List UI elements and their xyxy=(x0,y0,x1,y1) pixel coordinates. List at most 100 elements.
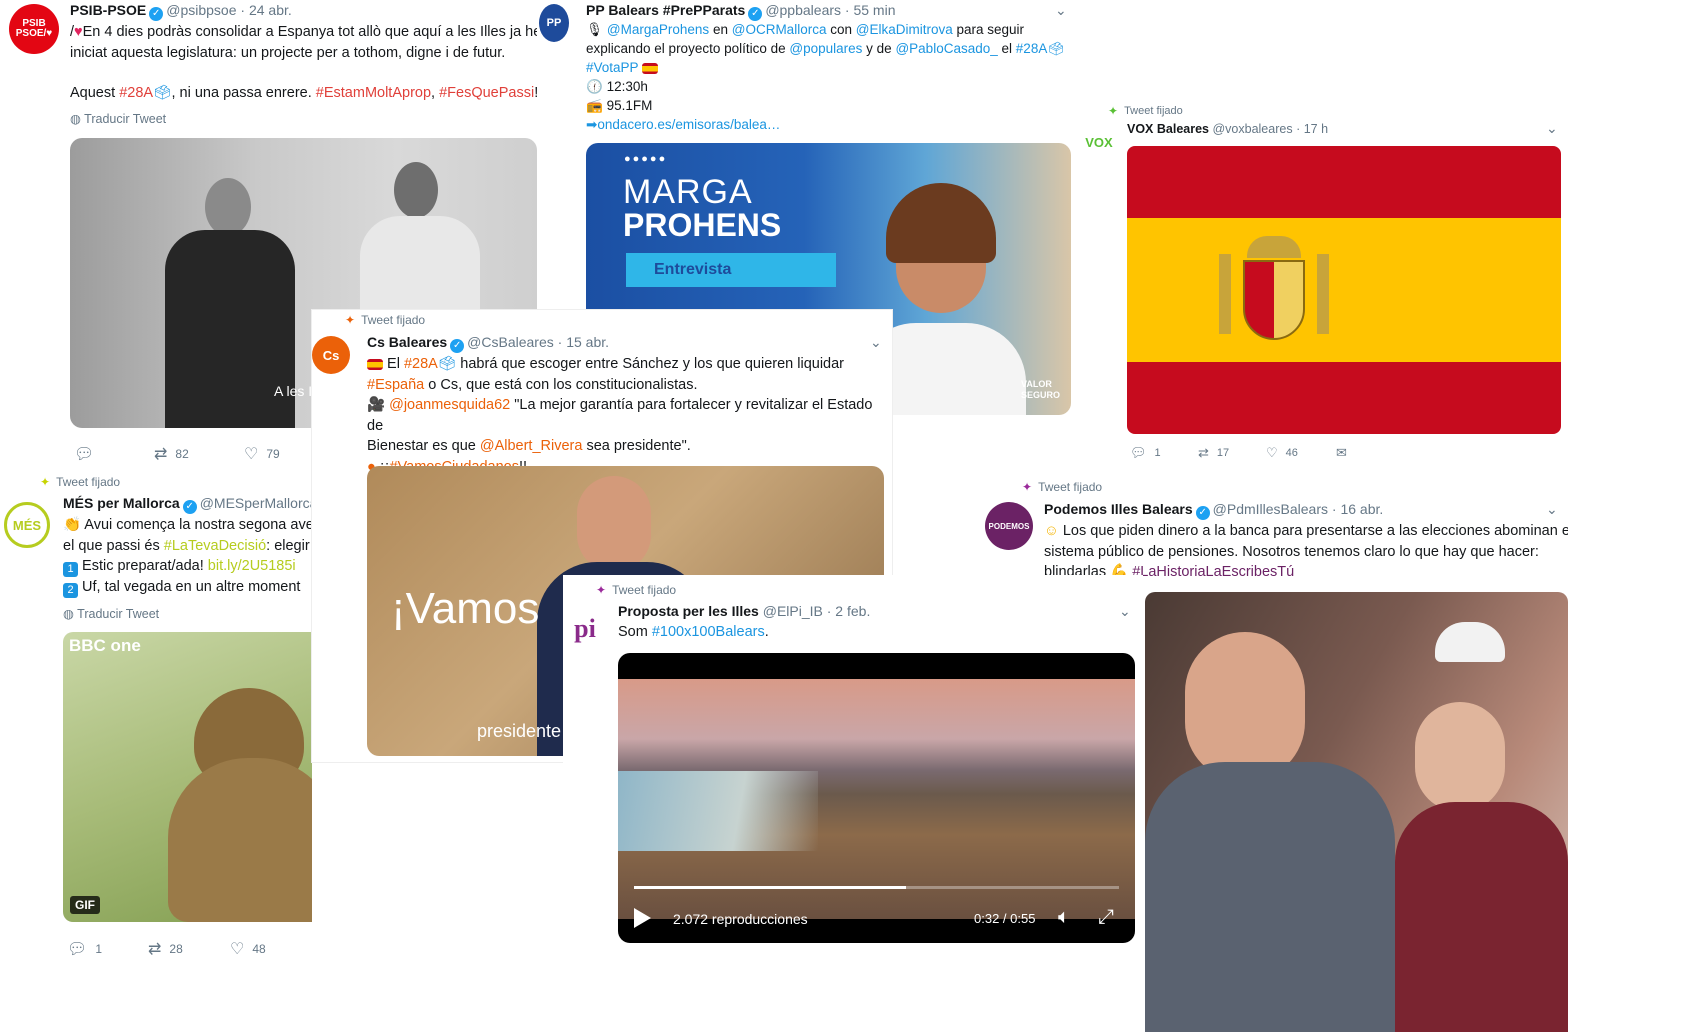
mention-link[interactable]: @MargaProhens xyxy=(607,22,709,37)
display-name[interactable]: Podemos Illes Balears xyxy=(1044,501,1193,517)
url-link[interactable]: ondacero.es/emisoras/balea… xyxy=(597,117,780,132)
like-button[interactable]: ♡ 48 xyxy=(230,939,312,959)
video-progress-fill xyxy=(634,886,906,889)
avatar[interactable]: PP xyxy=(539,4,569,42)
fullscreen-icon[interactable]: ⤢ xyxy=(1098,906,1114,929)
hashtag-link[interactable]: #LaTevaDecisió xyxy=(164,538,266,554)
avatar[interactable]: pi xyxy=(565,605,605,653)
clap-emoji-icon: 👏 xyxy=(63,517,82,533)
display-name[interactable]: Proposta per les Illes xyxy=(618,603,759,619)
handle[interactable]: @ppbalears xyxy=(765,2,841,18)
timestamp[interactable]: · 16 abr. xyxy=(1332,501,1383,517)
chevron-down-icon[interactable]: ⌄ xyxy=(1119,603,1131,620)
tweet-gif[interactable]: BBC one GIF xyxy=(63,632,312,922)
heart-icon: ♡ xyxy=(230,941,245,958)
play-icon[interactable] xyxy=(634,908,651,928)
timestamp[interactable]: · 15 abr. xyxy=(558,334,609,350)
chevron-down-icon[interactable]: ⌄ xyxy=(870,334,882,351)
radio-icon: 📻 xyxy=(586,98,603,113)
tweet-text: /♥En 4 dies podràs consolidar a Espanya … xyxy=(70,24,542,101)
avatar[interactable]: VOX xyxy=(1082,128,1116,156)
tweet-image[interactable] xyxy=(1127,146,1561,434)
volume-icon[interactable]: 🔈︎ xyxy=(1058,906,1070,929)
translate-link[interactable]: ◍ Traducir Tweet xyxy=(63,606,159,621)
reply-button[interactable]: 💬︎ 1 xyxy=(67,939,148,959)
hashtag-link[interactable]: #EstamMoltAprop xyxy=(316,85,431,101)
hashtag-link[interactable]: #España xyxy=(367,377,424,393)
tweet-mes: ✦ Tweet fijado MÉS MÉS per Mallorca ✓ @MESp… xyxy=(0,470,312,1032)
pin-icon: ✦ xyxy=(596,583,607,597)
hashtag-link[interactable]: #LaHistoriaLaEscribesTú xyxy=(1132,564,1294,580)
handle[interactable]: @MESperMallorca xyxy=(200,495,312,511)
keycap-2-icon: 2 xyxy=(63,583,78,598)
video-caption: A les I xyxy=(274,383,313,399)
tweet-text: Som #100x100Balears. xyxy=(618,624,769,640)
hashtag-link[interactable]: #28A xyxy=(1016,41,1048,56)
retweet-button[interactable]: ⇄ 28 xyxy=(148,939,230,959)
hashtag-link[interactable]: #100x100Balears xyxy=(652,624,765,640)
timestamp[interactable]: · 55 min xyxy=(845,2,896,18)
hashtag-link[interactable]: #28A xyxy=(404,356,438,372)
retweet-button[interactable]: ⇄ 82 xyxy=(154,444,244,464)
retweet-button[interactable]: ⇄ 17 xyxy=(1198,445,1266,461)
display-name[interactable]: VOX Baleares xyxy=(1127,122,1209,136)
handle[interactable]: @CsBaleares xyxy=(467,334,554,350)
tweet-header: PSIB-PSOE ✓ @psibpsoe · 24 abr. xyxy=(70,2,292,21)
mention-link[interactable]: @joanmesquida62 xyxy=(389,397,510,413)
hashtag-link[interactable]: #28A xyxy=(119,85,153,101)
pinned-label: ✦ Tweet fijado xyxy=(40,475,121,489)
reply-button[interactable]: 💬︎ 1 xyxy=(1130,445,1198,461)
spain-flag-icon xyxy=(367,359,383,370)
relieved-emoji-icon: ☺ xyxy=(1044,523,1059,539)
chevron-down-icon[interactable]: ⌄ xyxy=(1055,2,1067,19)
translate-link[interactable]: ◍ Traducir Tweet xyxy=(70,111,166,126)
mention-link[interactable]: @populares xyxy=(789,41,862,56)
verified-icon: ✓ xyxy=(748,7,763,21)
ballot-emoji-icon: 🗳 xyxy=(1047,41,1065,56)
tweet-vox: ✦ Tweet fijado VOX VOX Baleares @voxbalea… xyxy=(1082,100,1568,470)
mention-link[interactable]: @ElkaDimitrova xyxy=(856,22,953,37)
message-button[interactable]: ✉ xyxy=(1336,445,1347,461)
handle[interactable]: @psibpsoe xyxy=(166,2,236,18)
media-title: PROHENS xyxy=(623,207,782,243)
handle[interactable]: @ElPi_IB xyxy=(763,603,823,619)
reply-icon: 💬︎ xyxy=(1130,445,1147,460)
display-name[interactable]: MÉS per Mallorca xyxy=(63,495,180,511)
tweet-text: 🎙 @MargaProhens en @OCRMallorca con @Elk… xyxy=(586,22,1065,132)
pinned-label: ✦ Tweet fijado xyxy=(345,313,426,327)
timestamp[interactable]: · 17 h xyxy=(1296,122,1328,136)
mention-link[interactable]: @OCRMallorca xyxy=(732,22,827,37)
display-name[interactable]: PP Balears #PrePParats xyxy=(586,2,745,18)
display-name[interactable]: PSIB-PSOE xyxy=(70,2,146,18)
mention-link[interactable]: @PabloCasado_ xyxy=(895,41,997,56)
handle[interactable]: @PdmIllesBalears xyxy=(1213,501,1328,517)
arrow-phone-icon: ➡ xyxy=(586,117,598,132)
display-name[interactable]: Cs Baleares xyxy=(367,334,447,350)
chevron-down-icon[interactable]: ⌄ xyxy=(1546,501,1558,518)
avatar[interactable]: MÉS xyxy=(4,502,50,548)
chevron-down-icon[interactable]: ⌄ xyxy=(1546,120,1558,137)
heart-icon: ♡ xyxy=(244,446,259,463)
hashtag-link[interactable]: #VotaPP xyxy=(586,60,638,75)
avatar[interactable]: Cs xyxy=(312,336,350,374)
avatar[interactable]: PODEMOS xyxy=(985,502,1033,550)
timestamp[interactable]: · 2 feb. xyxy=(827,603,871,619)
url-link[interactable]: bit.ly/2U5185i xyxy=(208,558,296,574)
tweet-video[interactable] xyxy=(1145,592,1568,1032)
landscape-image xyxy=(618,679,1135,919)
keycap-1-icon: 1 xyxy=(63,562,78,577)
like-button[interactable]: ♡ 46 xyxy=(1266,445,1336,461)
hashtag-link[interactable]: #FesQuePassi xyxy=(439,85,534,101)
video-time: 0:32 / 0:55 xyxy=(974,911,1036,926)
video-progress-track[interactable] xyxy=(634,886,1119,889)
tweet-actions: 💬︎ ⇄ 82 ♡ 79 xyxy=(74,444,334,464)
handle[interactable]: @voxbaleares xyxy=(1212,122,1292,136)
reply-button[interactable]: 💬︎ xyxy=(74,444,154,464)
timestamp[interactable]: · 24 abr. xyxy=(240,2,291,18)
tweet-header: Proposta per les Illes @ElPi_IB · 2 feb. xyxy=(618,603,870,619)
heart-emoji-icon: ♥ xyxy=(74,24,83,40)
avatar[interactable]: PSIB PSOE/♥ xyxy=(9,4,59,54)
pin-icon: ✦ xyxy=(40,475,51,489)
mention-link[interactable]: @Albert_Rivera xyxy=(480,438,583,454)
tweet-video[interactable]: 2.072 reproducciones 0:32 / 0:55 🔈︎ ⤢ xyxy=(618,653,1135,943)
